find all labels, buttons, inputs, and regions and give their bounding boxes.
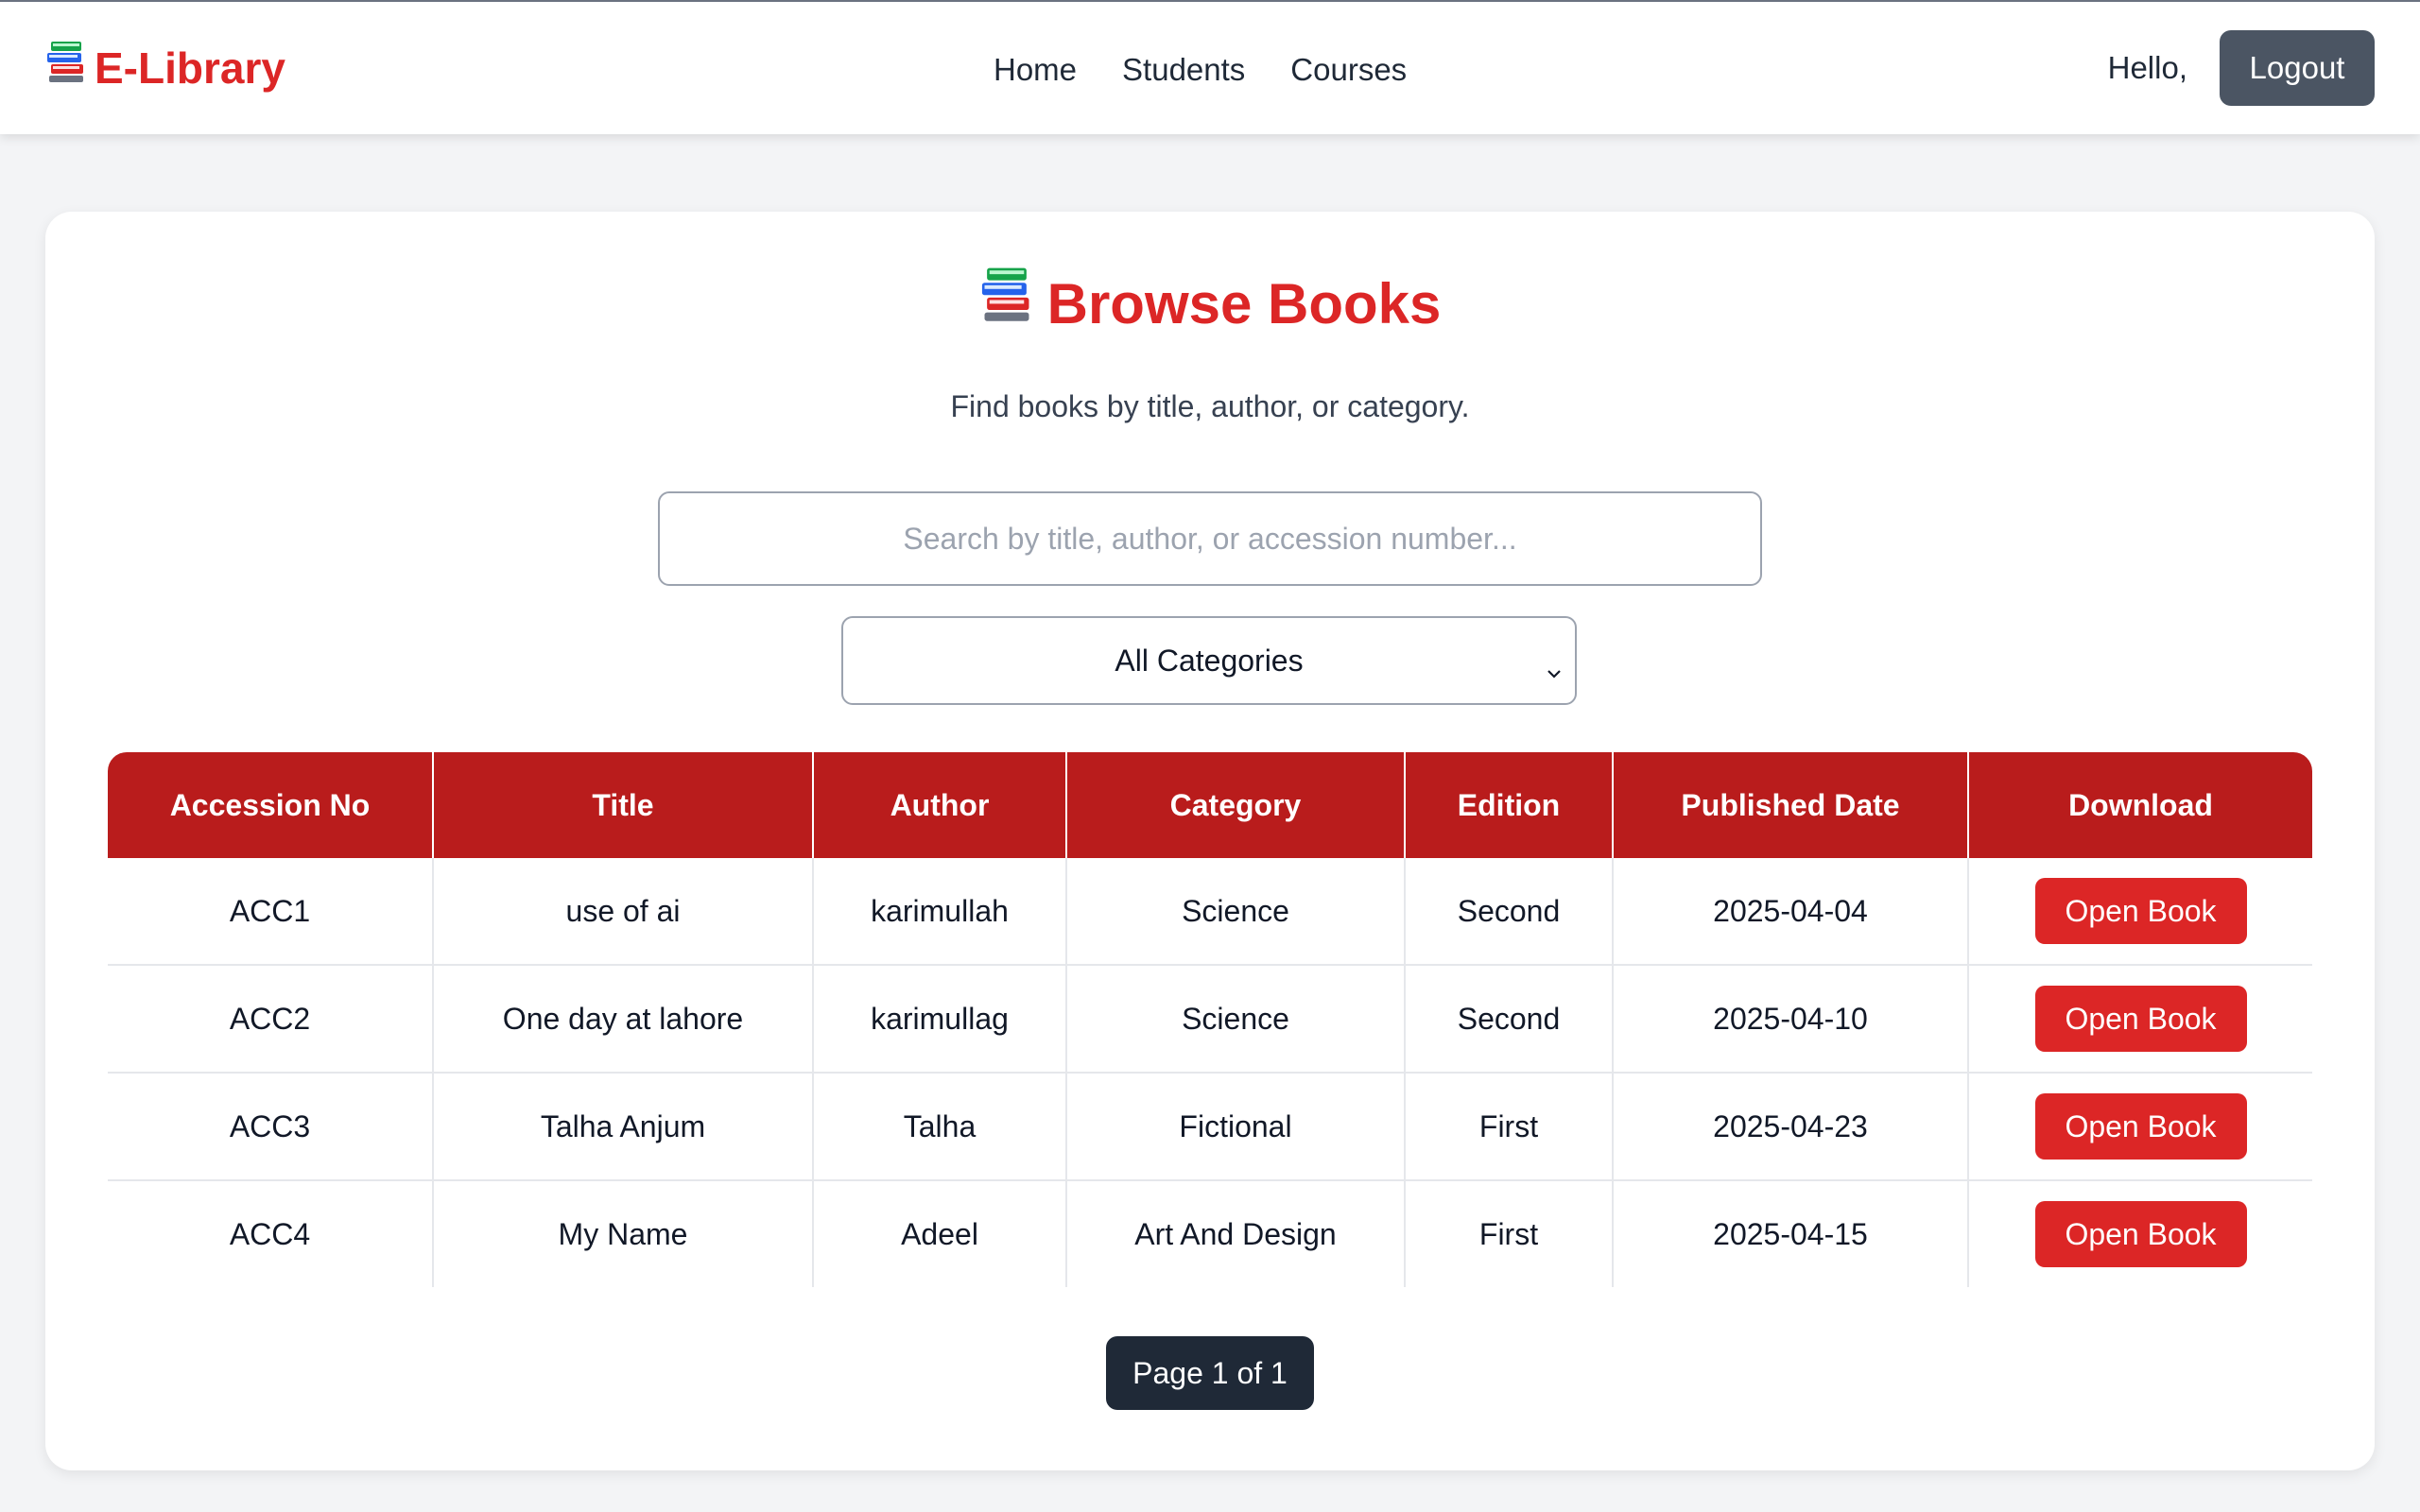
header-category: Category	[1066, 752, 1406, 858]
page-subtitle: Find books by title, author, or category…	[950, 389, 1470, 423]
cell-title: One day at lahore	[433, 965, 814, 1074]
cell-edition: Second	[1405, 858, 1614, 966]
cell-accession: ACC2	[108, 965, 434, 1074]
browse-books-card: Browse Books Find books by title, author…	[45, 212, 2375, 1470]
cell-category: Art And Design	[1066, 1180, 1406, 1287]
cell-edition: Second	[1405, 965, 1614, 1074]
header-accession-no: Accession No	[108, 752, 434, 858]
search-input[interactable]	[658, 491, 1762, 586]
category-select[interactable]: All Categories	[841, 616, 1577, 705]
cell-edition: First	[1405, 1180, 1614, 1287]
cell-download: Open Book	[1968, 858, 2312, 966]
nav-students[interactable]: Students	[1122, 45, 1245, 94]
user-area: Hello, Logout	[2108, 30, 2375, 106]
page-title-text: Browse Books	[1046, 272, 1442, 335]
brand-name: E-Library	[95, 43, 285, 93]
open-book-button[interactable]: Open Book	[2034, 878, 2247, 944]
cell-author: karimullag	[813, 965, 1067, 1074]
cell-accession: ACC4	[108, 1180, 434, 1287]
cell-published: 2025-04-04	[1613, 858, 1969, 966]
table-header-row: Accession No Title Author Category Editi…	[108, 752, 2312, 858]
cell-title: use of ai	[433, 858, 814, 966]
open-book-button[interactable]: Open Book	[2034, 986, 2247, 1052]
cell-title: My Name	[433, 1180, 814, 1287]
cell-download: Open Book	[1968, 965, 2312, 1074]
cell-category: Science	[1066, 858, 1406, 966]
table-row: ACC4 My Name Adeel Art And Design First …	[108, 1180, 2312, 1287]
category-select-value: All Categories	[1115, 643, 1304, 678]
cell-published: 2025-04-23	[1613, 1073, 1969, 1181]
open-book-button[interactable]: Open Book	[2034, 1201, 2247, 1267]
books-table: Accession No Title Author Category Editi…	[108, 752, 2312, 1287]
header-download: Download	[1968, 752, 2312, 858]
greeting-text: Hello,	[2107, 50, 2187, 85]
main-nav: Home Students Courses	[994, 45, 1407, 94]
cell-published: 2025-04-10	[1613, 965, 1969, 1074]
books-icon	[45, 40, 87, 96]
table-row: ACC3 Talha Anjum Talha Fictional First 2…	[108, 1073, 2312, 1181]
header-title: Title	[433, 752, 814, 858]
table-row: ACC1 use of ai karimullah Science Second…	[108, 858, 2312, 966]
open-book-button[interactable]: Open Book	[2034, 1093, 2247, 1160]
header-published-date: Published Date	[1613, 752, 1969, 858]
cell-author: Talha	[813, 1073, 1067, 1181]
cell-published: 2025-04-15	[1613, 1180, 1969, 1287]
nav-courses[interactable]: Courses	[1290, 45, 1407, 94]
nav-home[interactable]: Home	[994, 45, 1077, 94]
cell-accession: ACC1	[108, 858, 434, 966]
cell-category: Fictional	[1066, 1073, 1406, 1181]
cell-edition: First	[1405, 1073, 1614, 1181]
cell-author: Adeel	[813, 1180, 1067, 1287]
cell-download: Open Book	[1968, 1073, 2312, 1181]
logout-button[interactable]: Logout	[2220, 30, 2375, 106]
cell-author: karimullah	[813, 858, 1067, 966]
top-navbar: E-Library Home Students Courses Hello, L…	[0, 0, 2420, 134]
cell-download: Open Book	[1968, 1180, 2312, 1287]
cell-category: Science	[1066, 965, 1406, 1074]
cell-title: Talha Anjum	[433, 1073, 814, 1181]
page-title: Browse Books	[45, 266, 2375, 345]
books-icon	[979, 266, 1034, 339]
header-author: Author	[813, 752, 1067, 858]
pagination-indicator: Page 1 of 1	[1106, 1336, 1314, 1410]
header-edition: Edition	[1405, 752, 1614, 858]
brand-logo[interactable]: E-Library	[45, 40, 285, 96]
chevron-down-icon	[1547, 652, 1562, 687]
cell-accession: ACC3	[108, 1073, 434, 1181]
table-row: ACC2 One day at lahore karimullag Scienc…	[108, 965, 2312, 1074]
